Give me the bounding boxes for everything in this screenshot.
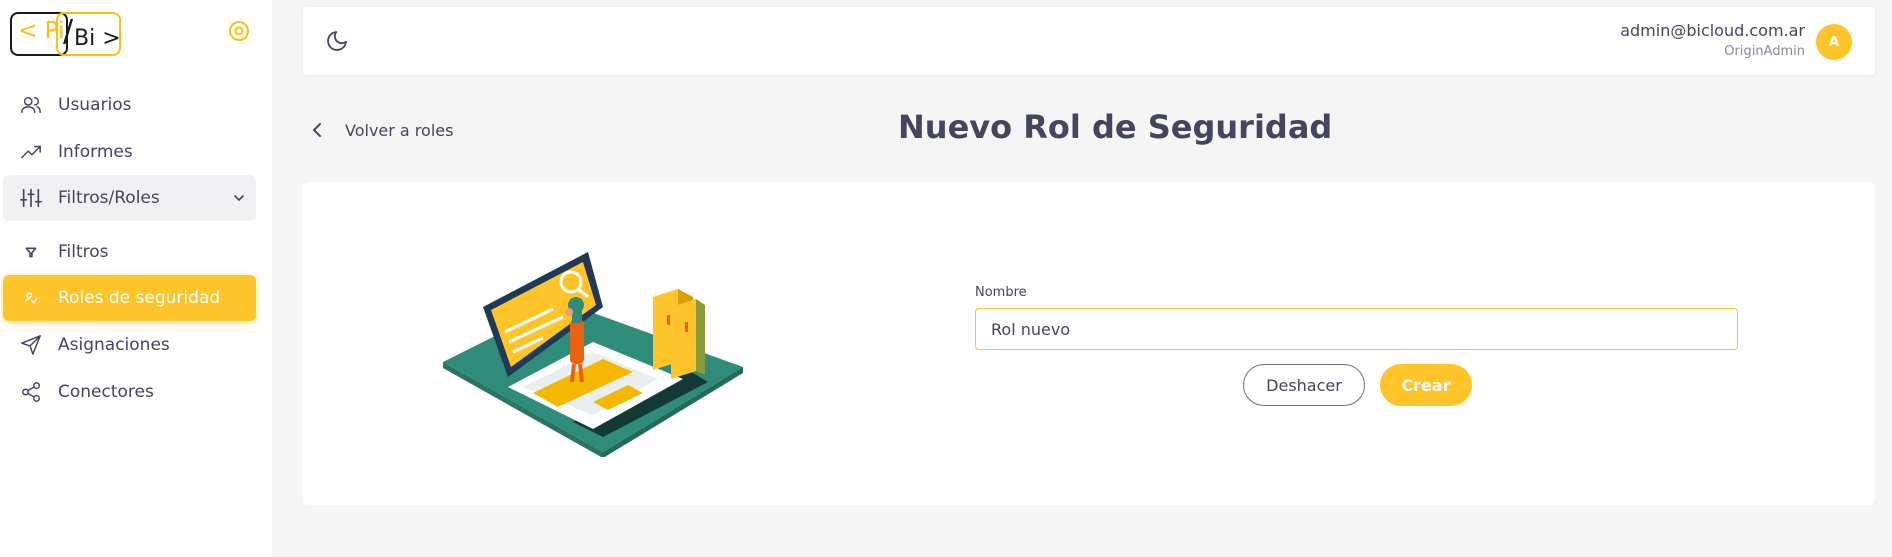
top-header: admin@bicloud.com.ar OriginAdmin A <box>303 7 1875 75</box>
users-icon <box>21 96 41 114</box>
sidebar-item-informes[interactable]: Informes <box>3 129 256 175</box>
user-check-icon <box>24 292 38 304</box>
sidebar-item-label: Filtros/Roles <box>58 188 160 208</box>
send-icon <box>21 335 41 355</box>
create-button[interactable]: Crear <box>1380 364 1472 406</box>
sidebar-item-conectores[interactable]: Conectores <box>3 369 256 415</box>
sidebar-toggle-icon[interactable] <box>228 20 250 42</box>
chevron-left-icon <box>313 123 321 137</box>
form-card: Nombre Deshacer Crear <box>303 182 1875 505</box>
sidebar-item-filtros[interactable]: Filtros <box>3 229 256 275</box>
user-email: admin@bicloud.com.ar <box>1620 21 1805 40</box>
chevron-down-icon <box>234 195 244 201</box>
logo-text-pi: < Pi <box>18 18 65 44</box>
sidebar-item-label: Informes <box>58 142 133 162</box>
share-icon <box>22 382 40 402</box>
back-link[interactable]: Volver a roles <box>309 120 453 140</box>
sidebar-item-filtros-roles[interactable]: Filtros/Roles <box>3 175 256 221</box>
laptop-illustration <box>443 252 743 457</box>
sidebar-item-label: Asignaciones <box>58 335 170 355</box>
user-role: OriginAdmin <box>1724 44 1805 59</box>
sidebar: < Pi / Bi > Usuarios Informes Filtros/Ro… <box>0 0 272 557</box>
sidebar-item-roles-de-seguridad[interactable]: Roles de seguridad <box>3 275 256 321</box>
page-title: Nuevo Rol de Seguridad <box>898 108 1333 146</box>
filter-icon <box>25 247 37 258</box>
sidebar-item-label: Roles de seguridad <box>58 288 221 308</box>
moon-icon[interactable] <box>325 29 349 53</box>
sliders-icon <box>20 188 42 208</box>
avatar[interactable]: A <box>1816 24 1852 60</box>
trending-up-icon <box>21 145 41 159</box>
undo-button[interactable]: Deshacer <box>1243 364 1365 406</box>
brand-logo[interactable]: < Pi / Bi > <box>10 12 121 56</box>
sidebar-item-asignaciones[interactable]: Asignaciones <box>3 322 256 368</box>
logo-slash: / <box>63 14 74 49</box>
logo-text-bi: Bi > <box>74 26 121 51</box>
name-field-label: Nombre <box>975 285 1027 300</box>
sidebar-item-label: Usuarios <box>58 95 132 115</box>
name-input[interactable] <box>975 308 1738 350</box>
back-link-label: Volver a roles <box>345 120 454 140</box>
sidebar-item-usuarios[interactable]: Usuarios <box>3 82 256 128</box>
sidebar-item-label: Conectores <box>58 382 154 402</box>
sidebar-item-label: Filtros <box>58 242 109 262</box>
